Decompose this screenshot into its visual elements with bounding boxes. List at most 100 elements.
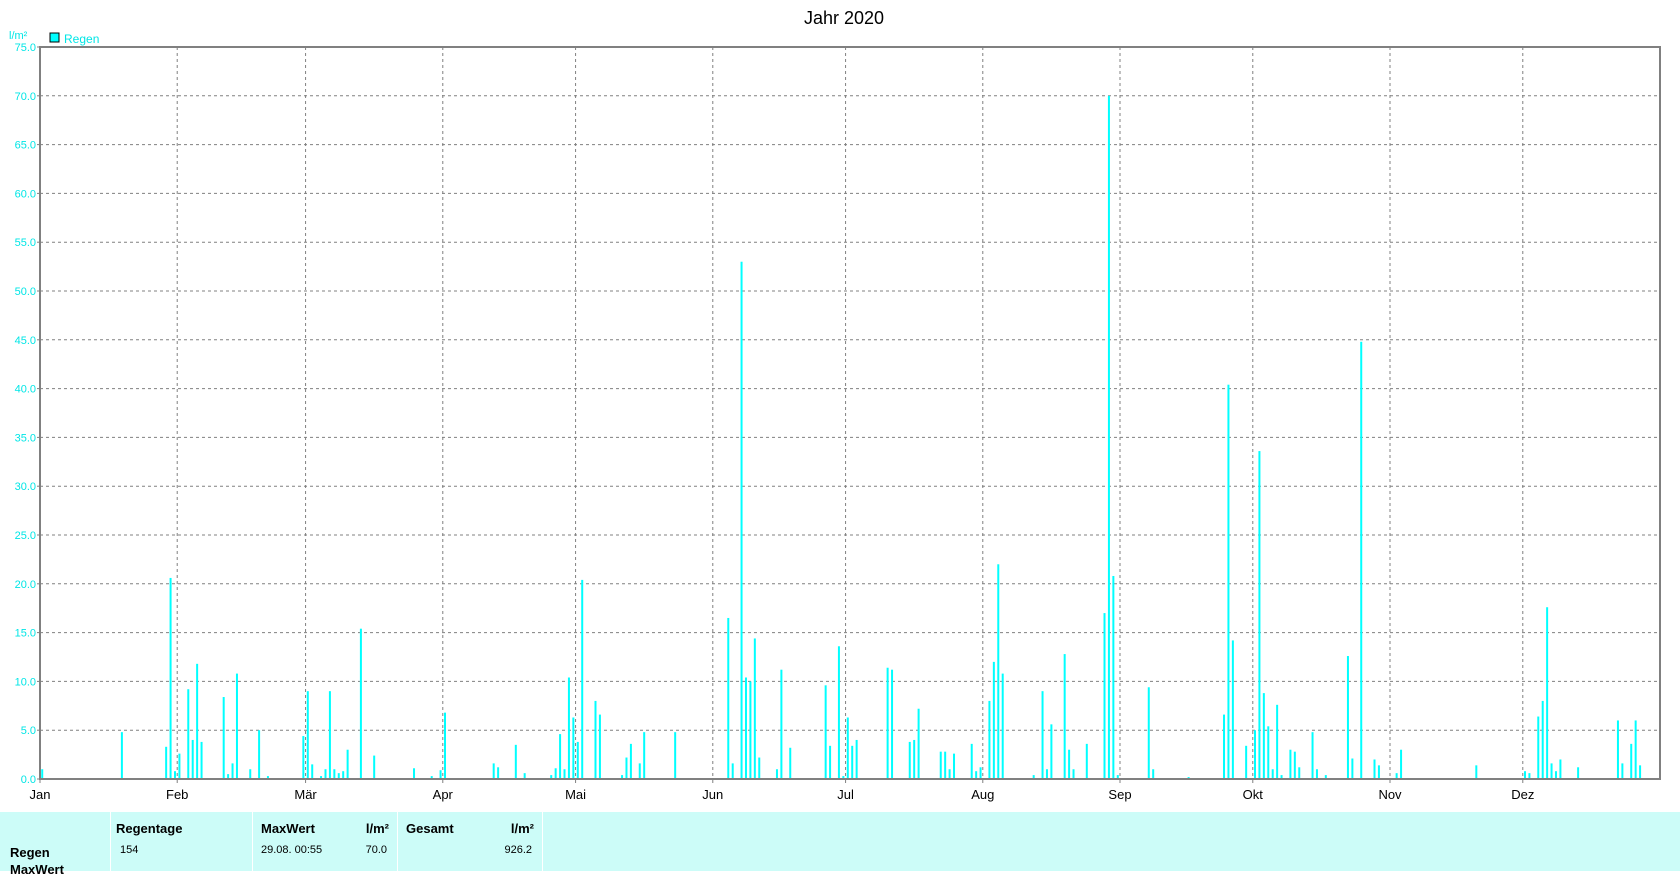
rain-bar [629, 743, 632, 779]
rain-bar [598, 714, 601, 779]
rain-bar [169, 577, 172, 779]
x-tick-label: Okt [1243, 787, 1264, 802]
rain-bar [1639, 765, 1642, 779]
rain-bar [1001, 673, 1004, 779]
rain-bar [174, 771, 176, 779]
rain-bar [1577, 767, 1580, 779]
rain-bar [992, 661, 995, 779]
rain-bar [1045, 769, 1048, 779]
rain-bar [789, 747, 792, 779]
rain-bar [775, 769, 778, 779]
y-tick-label: 25.0 [15, 530, 36, 542]
rain-bar [165, 746, 168, 779]
stats-column-maxwert: MaxWert l/m² 29.08. 00:55 70.0 [253, 812, 397, 871]
rain-bar [1360, 341, 1363, 779]
rain-bar [1315, 769, 1318, 779]
rain-bar [359, 628, 362, 779]
x-tick-label: Jun [702, 787, 723, 802]
maxwert-header: MaxWert [261, 821, 315, 836]
y-axis-unit: l/m² [9, 30, 28, 42]
stats-column-gesamt: Gesamt l/m² 926.2 [398, 812, 542, 871]
y-tick-label: 60.0 [15, 188, 36, 200]
maxwert-value: 70.0 [365, 844, 387, 856]
rain-bar [1621, 763, 1624, 779]
rain-bar [258, 730, 261, 779]
rain-bar [306, 691, 309, 779]
x-tick-label: Aug [971, 787, 994, 802]
rain-bar [1311, 732, 1314, 779]
row-label-maxwert: MaxWert [10, 862, 64, 877]
rain-bar [413, 768, 416, 779]
rain-bar [1524, 771, 1526, 779]
rain-bar [979, 767, 982, 779]
rain-bar [744, 677, 747, 779]
y-tick-label: 10.0 [15, 676, 36, 688]
rain-bar [41, 769, 44, 779]
stats-panel: Regen MaxWert Regentage 154 MaxWert l/m²… [0, 812, 1680, 877]
chart-title: Jahr 2020 [804, 8, 884, 28]
rain-bar [554, 768, 557, 779]
y-tick-label: 75.0 [15, 42, 36, 54]
rain-bar [1559, 759, 1562, 779]
rain-bar [1267, 726, 1270, 779]
y-tick-label: 30.0 [15, 481, 36, 493]
rain-bar [731, 763, 734, 779]
y-tick-label: 15.0 [15, 628, 36, 640]
y-axis-ticks: 0.0 5.0 10.0 15.0 20.0 25.0 30.0 35.0 40.0 45.0 50… [15, 42, 40, 786]
rain-bar [1063, 654, 1066, 779]
row-label-regen: Regen [10, 845, 50, 860]
x-axis-ticks: Jan Feb Mär Apr Mai Jun Jul Aug Sep Okt Nov Dez [30, 779, 1534, 802]
rain-bar [1068, 749, 1071, 779]
rain-bar [1289, 749, 1292, 779]
x-tick-label: Mär [294, 787, 317, 802]
rain-bar [1223, 714, 1226, 779]
rain-bar [749, 681, 752, 779]
stats-column-regentage: Regentage 154 [111, 812, 252, 871]
rain-bar [222, 697, 225, 779]
rain-bar [975, 771, 978, 779]
rain-bar [572, 717, 575, 779]
rain-bar [891, 669, 894, 779]
rain-bar [908, 741, 911, 779]
rain-bar [492, 763, 495, 779]
maxwert-date: 29.08. 00:55 [261, 844, 323, 856]
rain-bar [342, 771, 345, 779]
rain-bar [324, 769, 327, 779]
rain-bar [346, 749, 349, 779]
rain-bar [1245, 745, 1248, 779]
rain-bar [231, 763, 234, 779]
regentage-value: 154 [120, 844, 139, 856]
rain-bar [846, 717, 849, 779]
rain-bar [851, 745, 854, 779]
rain-bar [328, 691, 331, 779]
y-tick-label: 50.0 [15, 286, 36, 298]
x-tick-label: Nov [1378, 787, 1402, 802]
x-tick-label: Mai [565, 787, 586, 802]
rain-bar [1103, 613, 1106, 779]
gesamt-value: 926.2 [504, 844, 532, 856]
rain-bar [1630, 743, 1633, 779]
rain-bar [625, 757, 628, 779]
rain-bar [563, 769, 566, 779]
y-tick-label: 45.0 [15, 335, 36, 347]
y-tick-label: 40.0 [15, 384, 36, 396]
rain-bar [970, 743, 973, 779]
rain-bar [1107, 95, 1110, 780]
x-tick-label: Feb [166, 787, 188, 802]
rain-bar [1541, 700, 1544, 779]
rain-bar [1554, 771, 1557, 779]
rain-bar [302, 736, 305, 779]
rain-bar [855, 739, 858, 779]
rain-bar [333, 769, 336, 779]
legend-label-regen: Regen [64, 32, 99, 46]
rain-bar [758, 757, 761, 779]
rain-chart: Jahr 2020 l/m² Regen 0.0 5.0 10.0 15.0 20.0 2… [9, 8, 1661, 802]
rain-bar [311, 764, 314, 779]
x-tick-label: Jul [837, 787, 854, 802]
rain-bar [235, 673, 238, 779]
rain-bar [1346, 656, 1349, 779]
rain-bar [514, 744, 517, 779]
rain-bar [1041, 691, 1044, 779]
rain-bar [1050, 724, 1053, 779]
rain-bar [913, 739, 916, 779]
